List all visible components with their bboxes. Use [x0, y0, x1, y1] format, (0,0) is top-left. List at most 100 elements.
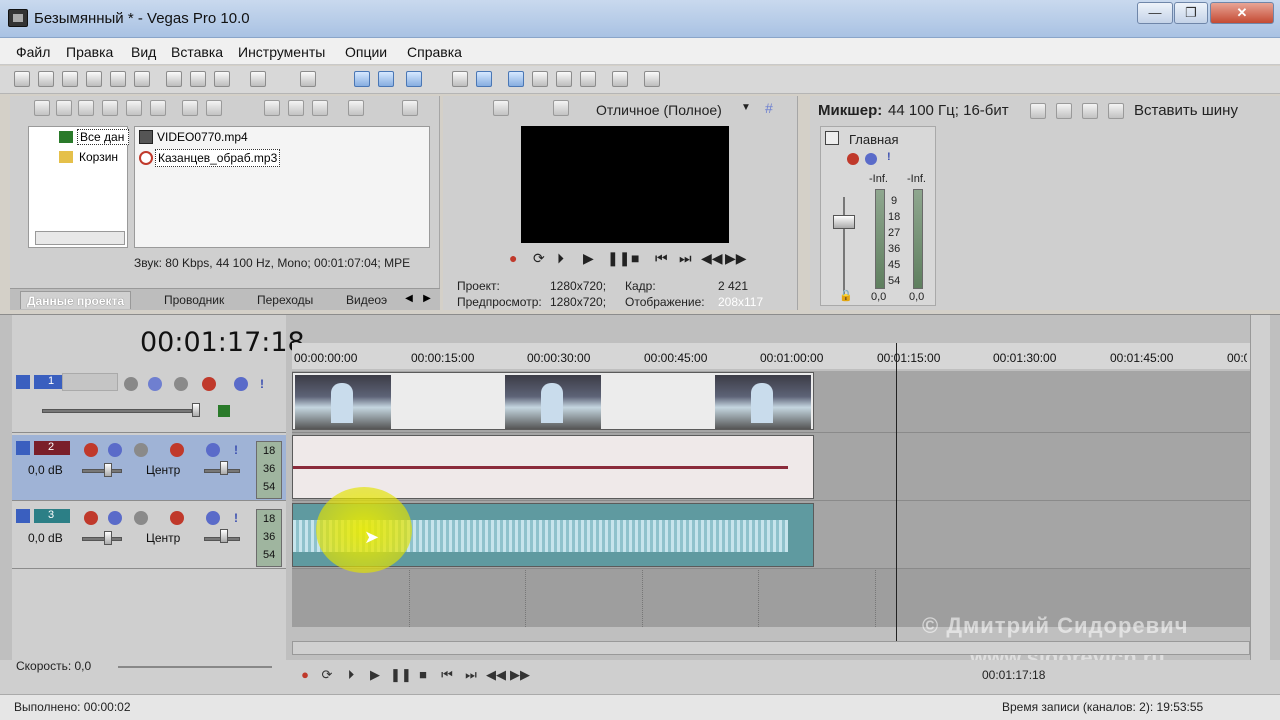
close-button[interactable]: ✕ — [1210, 2, 1274, 24]
mute-icon[interactable] — [206, 511, 220, 525]
timeline-vscroll[interactable] — [1250, 315, 1270, 661]
prev-frame-icon[interactable]: ◀◀ — [486, 666, 506, 684]
track-fx-icon[interactable] — [202, 377, 216, 391]
tab-transitions[interactable]: Переходы — [251, 291, 319, 309]
menu-insert[interactable]: Вставка — [171, 44, 223, 60]
playback-cursor[interactable] — [896, 343, 897, 643]
prev-frame-icon[interactable]: ◀◀ — [701, 250, 723, 267]
invert-phase-icon[interactable] — [108, 443, 122, 457]
cut-icon[interactable] — [166, 71, 182, 87]
selection-tool-icon[interactable] — [556, 71, 572, 87]
redo-icon[interactable] — [300, 71, 316, 87]
speed-slider[interactable] — [118, 666, 272, 668]
track-expand-icon[interactable] — [16, 441, 30, 455]
record-icon[interactable]: ● — [296, 666, 314, 684]
views-icon[interactable] — [348, 100, 364, 116]
volume-slider[interactable] — [82, 469, 122, 473]
help-icon[interactable] — [612, 71, 628, 87]
minimize-button[interactable]: — — [1137, 2, 1173, 24]
compositing-mode-icon[interactable] — [218, 405, 230, 417]
track-header-audio-2[interactable]: 2 ! 0,0 dB Центр 18 36 54 — [12, 435, 286, 501]
lane-audio-2[interactable] — [292, 433, 1250, 501]
pan-knob[interactable] — [220, 461, 228, 475]
pan-knob[interactable] — [220, 529, 228, 543]
downmix-icon[interactable] — [1056, 103, 1072, 119]
master-fx-icon[interactable] — [847, 153, 859, 165]
record-icon[interactable]: ● — [509, 250, 517, 266]
solo-icon[interactable]: ! — [234, 511, 248, 525]
tab-video-fx[interactable]: Видеоэ — [340, 291, 393, 309]
stop-icon[interactable]: ■ — [414, 666, 432, 684]
tabs-right-icon[interactable]: ▶ — [420, 292, 434, 306]
timecode-display[interactable]: 00:01:17:18 — [140, 327, 305, 358]
auto-preview-icon[interactable] — [312, 100, 328, 116]
save-as-icon[interactable] — [86, 71, 102, 87]
parent-icon[interactable] — [174, 377, 188, 391]
arm-record-icon[interactable] — [84, 443, 98, 457]
timeline-hscroll[interactable] — [292, 641, 1250, 655]
whats-this-icon[interactable] — [644, 71, 660, 87]
menu-help[interactable]: Справка — [407, 44, 462, 60]
invert-phase-icon[interactable] — [108, 511, 122, 525]
loop-icon[interactable]: ⟳ — [318, 666, 336, 684]
play-from-start-icon[interactable]: ⏵ — [342, 666, 360, 684]
maximize-button[interactable]: ❐ — [1174, 2, 1208, 24]
preview-quality-select[interactable]: Отличное (Полное) — [596, 102, 722, 118]
render-icon[interactable] — [110, 71, 126, 87]
track-motion-icon[interactable] — [124, 377, 138, 391]
tab-explorer[interactable]: Проводник — [158, 291, 230, 309]
level-slider[interactable] — [42, 409, 192, 413]
media-file-audio[interactable]: Казанцев_обраб.mp3 — [155, 149, 281, 167]
cursor-time[interactable]: 00:01:17:18 — [982, 668, 1045, 682]
menu-file[interactable]: Файл — [16, 44, 50, 60]
tabs-left-icon[interactable]: ◀ — [402, 292, 416, 306]
lane-audio-3[interactable] — [292, 501, 1250, 569]
menu-tools[interactable]: Инструменты — [238, 44, 325, 60]
play-icon[interactable] — [264, 100, 280, 116]
arm-record-icon[interactable] — [84, 511, 98, 525]
pause-icon[interactable]: ❚❚ — [607, 250, 630, 267]
video-event[interactable] — [292, 372, 814, 430]
copy-icon[interactable] — [190, 71, 206, 87]
import-media-icon[interactable] — [34, 100, 50, 116]
capture-icon[interactable] — [56, 100, 72, 116]
preview-fx-icon[interactable] — [553, 100, 569, 116]
go-to-end-icon[interactable]: ⏭ — [679, 250, 692, 267]
envelope-tool-icon[interactable] — [532, 71, 548, 87]
track-expand-icon[interactable] — [16, 375, 30, 389]
undo-icon[interactable] — [250, 71, 266, 87]
menu-edit[interactable]: Правка — [66, 44, 113, 60]
track-header-video[interactable]: 1 ! — [12, 369, 286, 433]
normal-edit-tool-icon[interactable] — [508, 71, 524, 87]
extract-audio-icon[interactable] — [102, 100, 118, 116]
properties-icon[interactable] — [134, 71, 150, 87]
pause-icon[interactable]: ❚❚ — [390, 666, 412, 684]
open-icon[interactable] — [38, 71, 54, 87]
tree-item-all-media[interactable]: Все дан — [77, 129, 129, 145]
track-header-audio-3[interactable]: 3 ! 0,0 dB Центр 18 36 54 — [12, 503, 286, 569]
tree-item-bins[interactable]: Корзин — [79, 150, 127, 164]
search-media-icon[interactable] — [150, 100, 166, 116]
master-mute-icon[interactable] — [865, 153, 877, 165]
new-file-icon[interactable] — [14, 71, 30, 87]
track-expand-icon[interactable] — [16, 509, 30, 523]
tree-hscroll[interactable] — [35, 231, 125, 245]
auto-ripple-icon[interactable] — [406, 71, 422, 87]
loop-icon[interactable]: ⟳ — [533, 250, 545, 267]
save-icon[interactable] — [62, 71, 78, 87]
track-motion-icon[interactable] — [134, 443, 148, 457]
level-knob[interactable] — [192, 403, 200, 417]
web-icon[interactable] — [126, 100, 142, 116]
solo-icon[interactable]: ! — [260, 377, 274, 391]
media-bins-tree[interactable]: Все дан Корзин — [28, 126, 129, 248]
track-lanes[interactable] — [292, 343, 1250, 643]
lock-envelopes-icon[interactable] — [452, 71, 468, 87]
menu-view[interactable]: Вид — [131, 44, 156, 60]
media-file-video[interactable]: VIDEO0770.mp4 — [157, 130, 248, 144]
solo-icon[interactable]: ! — [234, 443, 248, 457]
track-name-field[interactable] — [62, 373, 118, 391]
add-fx-icon[interactable] — [1108, 103, 1124, 119]
play-icon[interactable]: ▶ — [366, 666, 384, 684]
go-to-start-icon[interactable]: ⏮ — [655, 250, 668, 267]
track-motion-icon[interactable] — [134, 511, 148, 525]
